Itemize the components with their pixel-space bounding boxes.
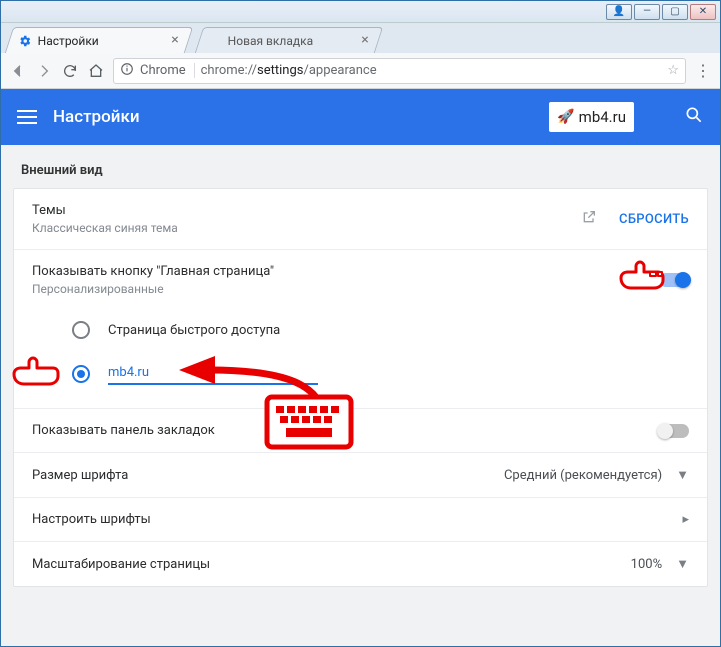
row-primary: Показывать панель закладок [32,423,659,438]
window-titlebar: 👤 — ▢ ✕ [1,1,720,23]
home-button[interactable] [87,62,105,80]
reload-button[interactable] [61,62,79,80]
homepage-radio-group: Страница быстрого доступа [14,302,707,409]
page-zoom-value: 100% [631,557,662,572]
omnibox-prefix: Chrome [140,63,195,78]
customize-fonts-row[interactable]: Настроить шрифты ▸ [14,498,707,542]
tab-title: Настройки [38,34,99,48]
page-zoom-row[interactable]: Масштабирование страницы 100% ▼ [14,542,707,586]
tab-settings[interactable]: Настройки × [5,27,193,53]
row-primary: Размер шрифта [32,468,504,483]
row-primary: Показывать кнопку "Главная страница" [32,264,659,279]
minimize-button[interactable]: — [634,4,660,20]
themes-row[interactable]: Темы Классическая синяя тема СБРОСИТЬ [14,189,707,250]
address-bar[interactable]: Chrome chrome://settings/appearance ☆ [113,58,686,84]
tab-strip: Настройки × Новая вкладка × [1,23,720,53]
open-external-icon[interactable] [581,209,597,229]
back-button[interactable] [9,62,27,80]
chevron-down-icon: ▼ [676,556,689,572]
radio-icon [72,365,90,383]
bookmarks-bar-toggle[interactable] [659,424,689,438]
reset-theme-button[interactable]: СБРОСИТЬ [619,212,689,227]
document-icon [208,34,222,48]
font-size-value: Средний (рекомендуется) [504,468,662,483]
user-menu-button[interactable]: 👤 [606,4,632,20]
homepage-url-input[interactable] [108,363,318,385]
close-window-button[interactable]: ✕ [690,4,716,20]
chevron-down-icon: ▼ [676,467,689,483]
settings-header: Настройки 🚀 mb4.ru [1,89,720,145]
search-icon[interactable] [684,105,704,130]
forward-button[interactable] [35,62,53,80]
tab-new[interactable]: Новая вкладка × [195,27,383,53]
radio-icon [72,321,90,339]
gear-icon [18,34,32,48]
info-icon [120,62,134,80]
toolbar: Chrome chrome://settings/appearance ☆ ⋮ [1,53,720,89]
chrome-menu-button[interactable]: ⋮ [694,61,712,80]
hamburger-menu-icon[interactable] [17,110,37,124]
content-area: Внешний вид Темы Классическая синяя тема… [1,145,720,646]
close-tab-icon[interactable]: × [358,33,372,47]
radio-label: Страница быстрого доступа [108,323,280,338]
row-primary: Настроить шрифты [32,512,682,527]
row-primary: Масштабирование страницы [32,557,631,572]
maximize-button[interactable]: ▢ [662,4,688,20]
font-size-row[interactable]: Размер шрифта Средний (рекомендуется) ▼ [14,453,707,498]
appearance-card: Темы Классическая синяя тема СБРОСИТЬ По… [13,188,708,587]
section-title: Внешний вид [1,163,720,188]
row-secondary: Персонализированные [32,282,659,296]
show-bookmarks-bar-row: Показывать панель закладок [14,409,707,453]
row-secondary: Классическая синяя тема [32,221,581,235]
tab-title: Новая вкладка [228,34,313,48]
show-home-button-row: Показывать кнопку "Главная страница" Пер… [14,250,707,302]
chevron-right-icon: ▸ [682,512,689,527]
omnibox-url: chrome://settings/appearance [201,63,377,78]
radio-option-ntp[interactable]: Страница быстрого доступа [32,308,689,352]
row-primary: Темы [32,203,581,218]
profile-badge[interactable]: 🚀 mb4.ru [549,102,634,132]
close-tab-icon[interactable]: × [168,33,182,47]
rocket-icon: 🚀 [557,109,574,125]
page-title: Настройки [53,107,140,127]
radio-option-custom-url[interactable] [32,352,689,396]
bookmark-star-icon[interactable]: ☆ [667,63,679,78]
home-button-toggle[interactable] [659,273,689,287]
